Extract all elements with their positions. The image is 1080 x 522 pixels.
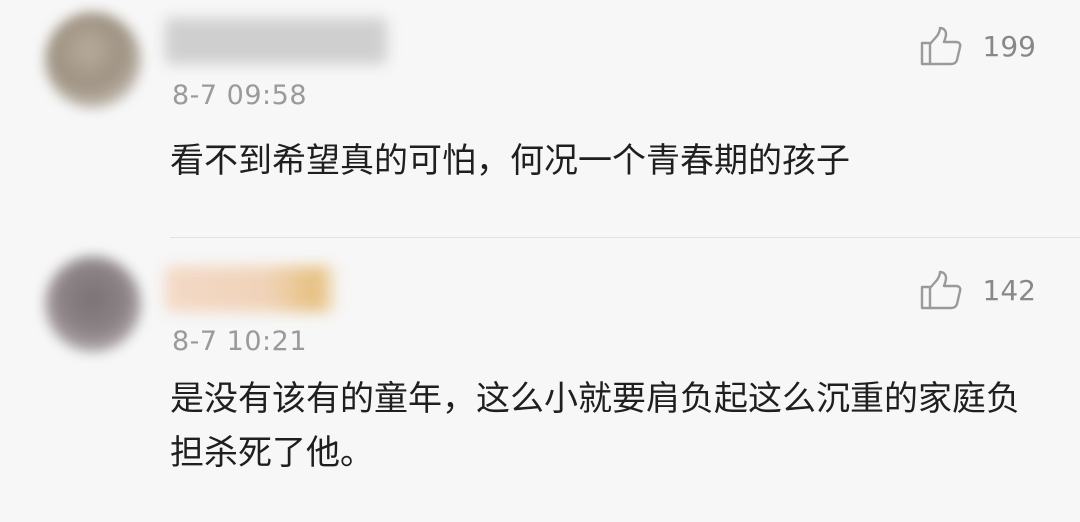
like-button[interactable]: 199 [919, 26, 1036, 66]
username-blurred[interactable] [165, 18, 387, 64]
thumbs-up-icon [920, 270, 961, 310]
comment-timestamp: 8-7 09:58 [172, 80, 307, 111]
comment-text: 是没有该有的童年，这么小就要肩负起这么沉重的家庭负担杀死了他。 [170, 379, 1020, 473]
avatar[interactable] [45, 256, 141, 352]
like-button[interactable]: 142 [919, 270, 1036, 310]
comment-item: 8-7 10:21 是没有该有的童年，这么小就要肩负起这么沉重的家庭负担杀死了他… [0, 238, 1080, 522]
like-count: 142 [982, 273, 1036, 307]
comment-timestamp: 8-7 10:21 [172, 326, 307, 357]
comment-item: 8-7 09:58 看不到希望真的可怕，何况一个青春期的孩子 199 [0, 0, 1080, 238]
thumbs-up-icon [920, 26, 961, 66]
like-count: 199 [982, 29, 1036, 63]
avatar[interactable] [45, 12, 141, 108]
username-blurred[interactable] [165, 266, 335, 312]
comment-list: 8-7 09:58 看不到希望真的可怕，何况一个青春期的孩子 199 8-7 1… [0, 0, 1080, 522]
comment-text: 看不到希望真的可怕，何况一个青春期的孩子 [170, 141, 850, 181]
